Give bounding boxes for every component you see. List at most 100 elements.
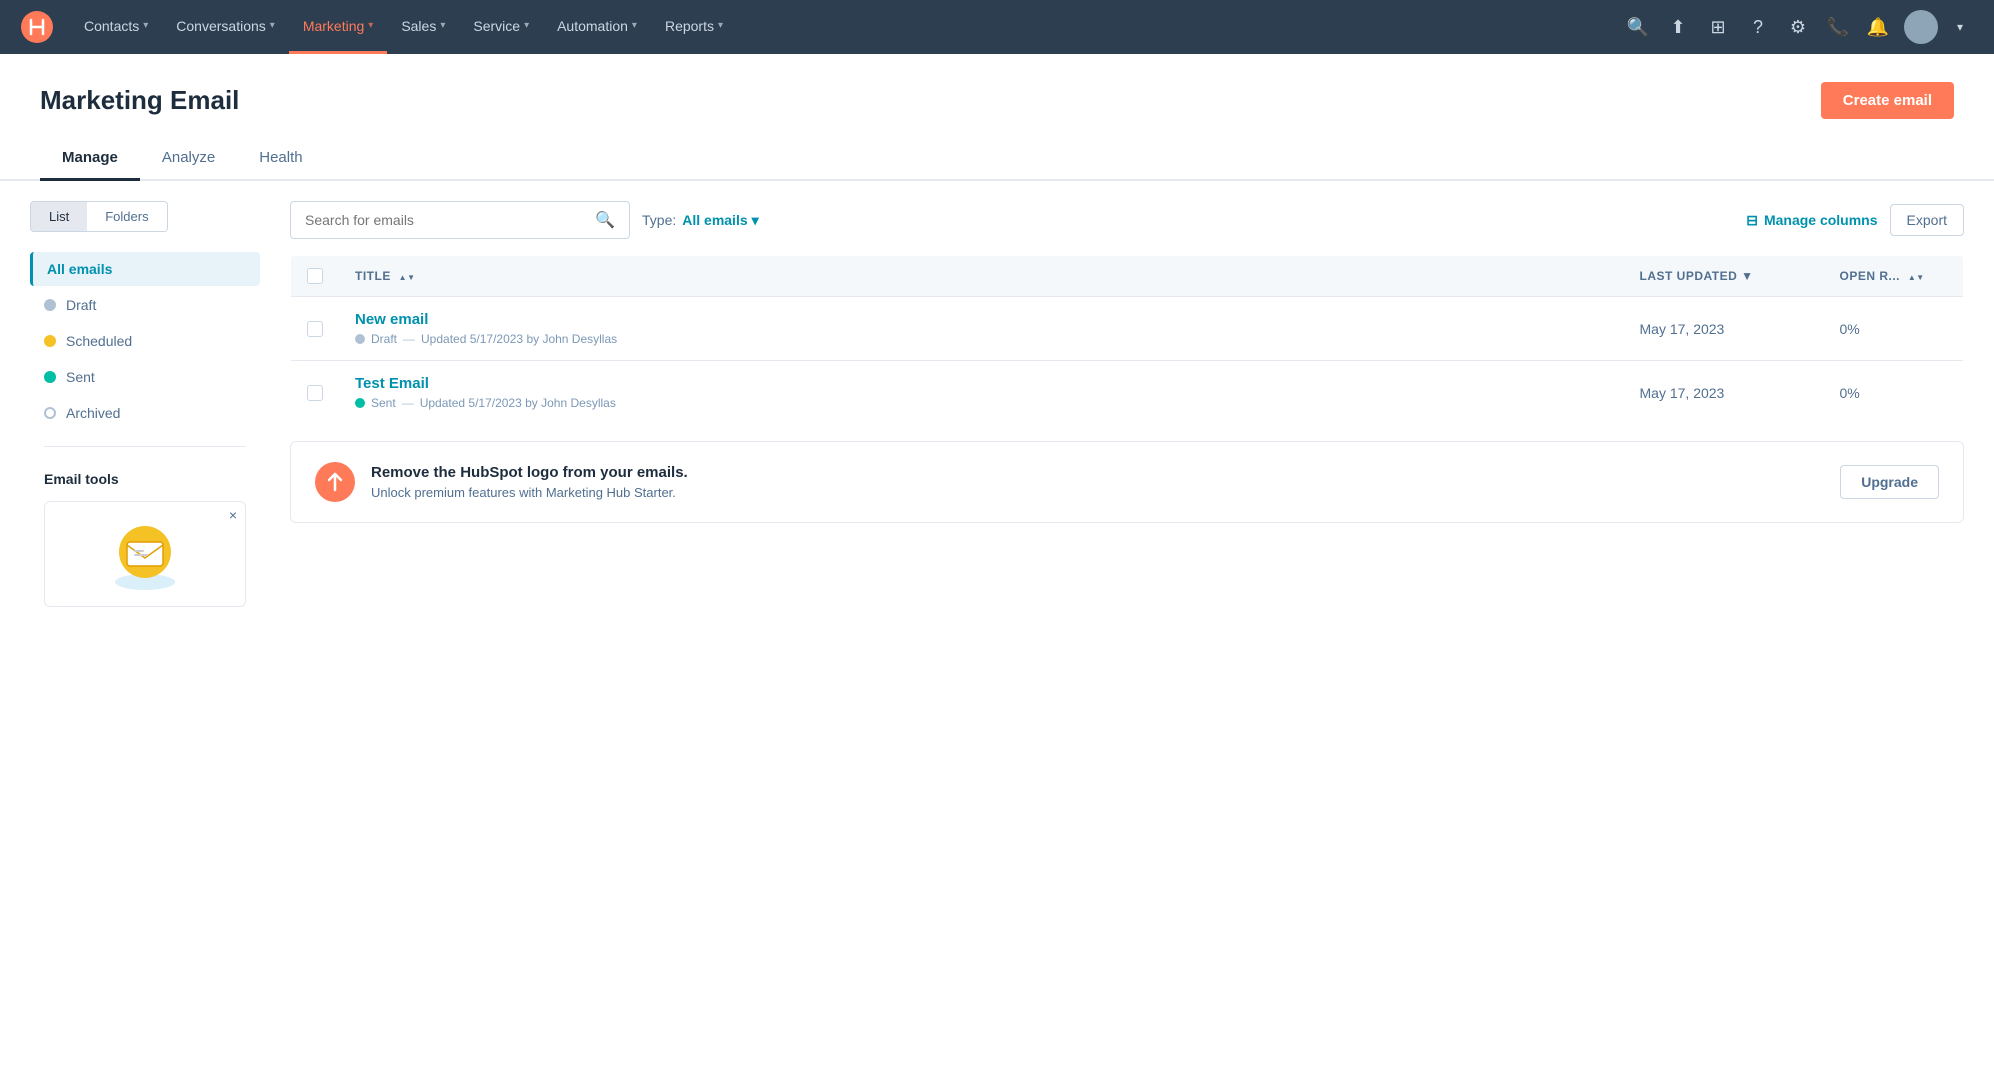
hubspot-logo[interactable]	[16, 6, 58, 48]
open-rate-sort-icon[interactable]: ▲▼	[1908, 274, 1925, 282]
phone-icon[interactable]: 📞	[1820, 9, 1856, 45]
nav-reports[interactable]: Reports ▾	[651, 0, 737, 54]
email-table: TITLE ▲▼ LAST UPDATED ▼ OPEN R... ▲▼	[290, 255, 1964, 425]
marketplace-icon[interactable]: ⊞	[1700, 9, 1736, 45]
search-box[interactable]: 🔍	[290, 201, 630, 239]
upgrade-subtitle: Unlock premium features with Marketing H…	[371, 485, 1824, 500]
view-toggle: List Folders	[30, 201, 168, 232]
nav-icon-group: 🔍 ⬆ ⊞ ? ⚙ 📞 🔔 ▾	[1620, 9, 1978, 45]
content-area: List Folders All emails Draft Scheduled …	[0, 181, 1994, 627]
row-checkbox-cell	[291, 297, 340, 361]
email-status: Sent	[371, 396, 396, 410]
tab-manage[interactable]: Manage	[40, 137, 140, 181]
search-icon: 🔍	[595, 210, 615, 230]
tab-health[interactable]: Health	[237, 137, 324, 181]
row-title-cell: Test Email Sent — Updated 5/17/2023 by J…	[339, 361, 1624, 425]
last-updated-value: May 17, 2023	[1640, 385, 1725, 401]
header-last-updated-col[interactable]: LAST UPDATED ▼	[1624, 256, 1824, 297]
type-label: Type:	[642, 212, 676, 228]
upgrade-button[interactable]: Upgrade	[1840, 465, 1939, 499]
nav-automation[interactable]: Automation ▾	[543, 0, 651, 54]
last-updated-sort-icon[interactable]: ▼	[1741, 269, 1753, 283]
sidebar-item-sent[interactable]: Sent	[30, 360, 260, 394]
folders-view-button[interactable]: Folders	[87, 202, 166, 231]
nav-service[interactable]: Service ▾	[459, 0, 543, 54]
list-view-button[interactable]: List	[31, 202, 87, 231]
toolbar-right: ⊟ Manage columns Export	[1746, 204, 1964, 236]
type-dropdown-chevron: ▾	[752, 212, 759, 229]
email-updated-text: Updated 5/17/2023 by John Desyllas	[420, 396, 616, 410]
nav-links: Contacts ▾ Conversations ▾ Marketing ▾ S…	[70, 0, 1620, 54]
help-icon[interactable]: ?	[1740, 9, 1776, 45]
upgrade-icon	[315, 462, 355, 502]
toolbar: 🔍 Type: All emails ▾ ⊟ Manage columns Ex…	[290, 201, 1964, 239]
account-dropdown-icon[interactable]: ▾	[1942, 9, 1978, 45]
row-checkbox-cell	[291, 361, 340, 425]
open-rate-value: 0%	[1840, 385, 1860, 401]
archived-status-dot	[44, 407, 56, 419]
scheduled-status-dot	[44, 335, 56, 347]
email-meta: Sent — Updated 5/17/2023 by John Desylla…	[355, 396, 1608, 410]
email-status: Draft	[371, 332, 397, 346]
tabs-row: Manage Analyze Health	[0, 137, 1994, 181]
row-last-updated-cell: May 17, 2023	[1624, 297, 1824, 361]
row-last-updated-cell: May 17, 2023	[1624, 361, 1824, 425]
search-input[interactable]	[305, 212, 587, 228]
notifications-icon[interactable]: 🔔	[1860, 9, 1896, 45]
title-sort-icon[interactable]: ▲▼	[399, 274, 416, 282]
type-value-dropdown[interactable]: All emails ▾	[682, 212, 758, 229]
open-rate-value: 0%	[1840, 321, 1860, 337]
sidebar: List Folders All emails Draft Scheduled …	[0, 181, 260, 627]
tab-analyze[interactable]: Analyze	[140, 137, 237, 181]
type-value-text: All emails	[682, 212, 747, 228]
close-tools-card-button[interactable]: ×	[229, 508, 237, 522]
meta-separator: —	[402, 396, 414, 410]
row-open-rate-cell: 0%	[1824, 297, 1964, 361]
sidebar-divider	[44, 446, 246, 447]
upgrade-text: Remove the HubSpot logo from your emails…	[371, 464, 1824, 500]
row-open-rate-cell: 0%	[1824, 361, 1964, 425]
sidebar-item-label: Draft	[66, 297, 96, 313]
status-dot-draft	[355, 334, 365, 344]
create-email-button[interactable]: Create email	[1821, 82, 1954, 119]
top-navigation: Contacts ▾ Conversations ▾ Marketing ▾ S…	[0, 0, 1994, 54]
upgrade-banner: Remove the HubSpot logo from your emails…	[290, 441, 1964, 523]
table-header-row: TITLE ▲▼ LAST UPDATED ▼ OPEN R... ▲▼	[291, 256, 1964, 297]
sidebar-item-archived[interactable]: Archived	[30, 396, 260, 430]
page-header: Marketing Email Create email	[0, 54, 1994, 119]
select-all-checkbox[interactable]	[307, 268, 323, 284]
upload-icon[interactable]: ⬆	[1660, 9, 1696, 45]
nav-sales[interactable]: Sales ▾	[387, 0, 459, 54]
sidebar-item-draft[interactable]: Draft	[30, 288, 260, 322]
manage-columns-label: Manage columns	[1764, 212, 1878, 228]
nav-marketing[interactable]: Marketing ▾	[289, 0, 388, 54]
email-title-link[interactable]: New email	[355, 311, 1608, 328]
sidebar-item-scheduled[interactable]: Scheduled	[30, 324, 260, 358]
sent-status-dot	[44, 371, 56, 383]
manage-columns-button[interactable]: ⊟ Manage columns	[1746, 212, 1877, 229]
row-title-cell: New email Draft — Updated 5/17/2023 by J…	[339, 297, 1624, 361]
sidebar-item-label: Scheduled	[66, 333, 132, 349]
sidebar-item-label: All emails	[47, 261, 112, 277]
table-row: Test Email Sent — Updated 5/17/2023 by J…	[291, 361, 1964, 425]
upgrade-title: Remove the HubSpot logo from your emails…	[371, 464, 1824, 481]
sidebar-item-all-emails[interactable]: All emails	[30, 252, 260, 286]
header-title-col[interactable]: TITLE ▲▼	[339, 256, 1624, 297]
row-checkbox[interactable]	[307, 385, 323, 401]
user-avatar[interactable]	[1904, 10, 1938, 44]
draft-status-dot	[44, 299, 56, 311]
settings-icon[interactable]: ⚙	[1780, 9, 1816, 45]
nav-conversations[interactable]: Conversations ▾	[162, 0, 289, 54]
status-dot-sent	[355, 398, 365, 408]
email-updated-text: Updated 5/17/2023 by John Desyllas	[421, 332, 617, 346]
header-checkbox-col	[291, 256, 340, 297]
page-wrapper: Marketing Email Create email Manage Anal…	[0, 54, 1994, 1067]
nav-contacts[interactable]: Contacts ▾	[70, 0, 162, 54]
email-title-link[interactable]: Test Email	[355, 375, 1608, 392]
row-checkbox[interactable]	[307, 321, 323, 337]
columns-icon: ⊟	[1746, 212, 1758, 229]
export-button[interactable]: Export	[1890, 204, 1964, 236]
header-open-rate-col[interactable]: OPEN R... ▲▼	[1824, 256, 1964, 297]
search-icon[interactable]: 🔍	[1620, 9, 1656, 45]
email-tools-card: ×	[44, 501, 246, 607]
